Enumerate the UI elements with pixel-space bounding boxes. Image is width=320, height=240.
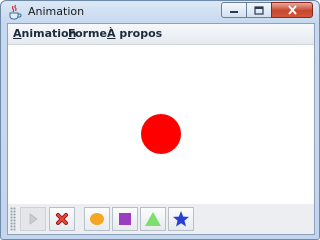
square-shape-icon [119, 213, 131, 225]
play-button[interactable] [20, 207, 46, 231]
stop-button[interactable] [49, 207, 75, 231]
toolbar-grip[interactable] [10, 207, 16, 231]
caption-buttons [221, 2, 313, 19]
java-cup-icon [9, 4, 22, 20]
toolbar [8, 204, 314, 234]
square-shape-button[interactable] [112, 207, 138, 231]
menu-bar: Animation Forme À propos [8, 24, 314, 45]
circle-shape-button[interactable] [84, 207, 110, 231]
menu-a-propos[interactable]: À propos [107, 27, 162, 40]
minimize-button[interactable] [221, 2, 247, 18]
maximize-button[interactable] [246, 2, 272, 18]
close-icon [287, 5, 297, 15]
minimize-icon [230, 11, 238, 13]
animated-circle-shape [141, 114, 181, 154]
window-title: Animation [28, 5, 85, 18]
star-shape-button[interactable] [168, 207, 194, 231]
animation-canvas [8, 45, 314, 203]
triangle-shape-button[interactable] [140, 207, 166, 231]
play-icon [29, 213, 38, 225]
client-area: Animation Forme À propos [7, 23, 315, 235]
circle-shape-icon [90, 213, 104, 225]
triangle-shape-icon [145, 212, 161, 226]
close-button[interactable] [271, 2, 313, 18]
star-shape-icon [173, 211, 189, 227]
app-window: Animation Animation Forme À propos [0, 0, 320, 240]
maximize-icon [254, 5, 264, 15]
menu-forme[interactable]: Forme [68, 27, 107, 40]
title-bar[interactable]: Animation [1, 1, 319, 23]
stop-icon [56, 213, 68, 225]
menu-animation[interactable]: Animation [13, 27, 76, 40]
